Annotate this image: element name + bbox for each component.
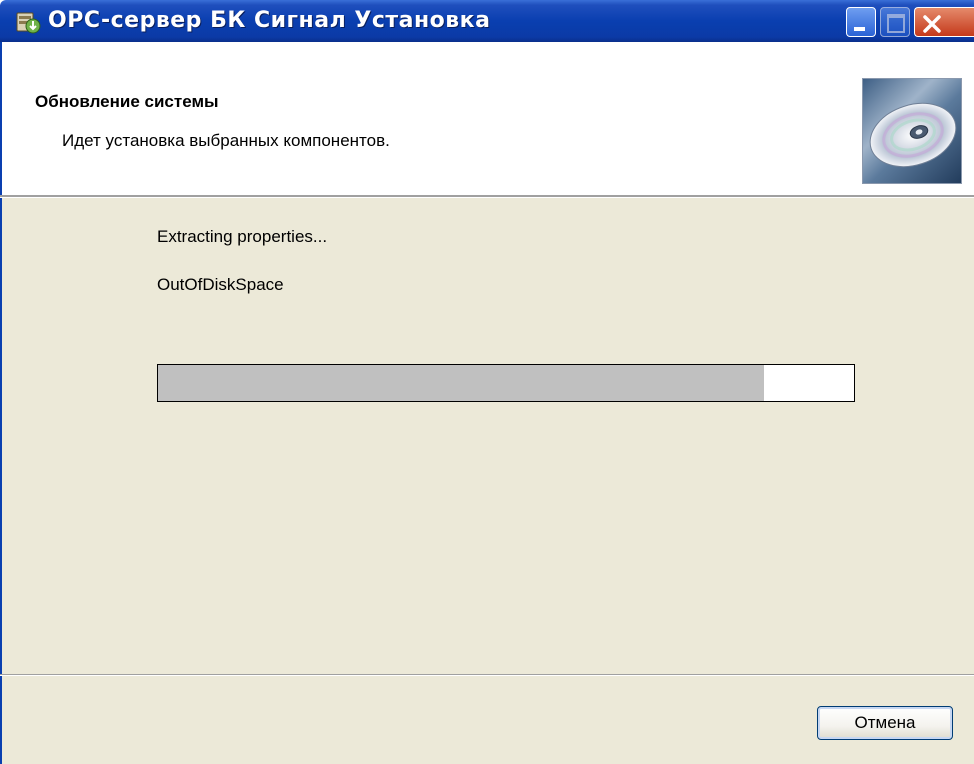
close-button[interactable] xyxy=(914,7,974,37)
progress-fill xyxy=(158,365,764,401)
window-title: OPC-сервер БК Сигнал Установка xyxy=(48,8,491,33)
title-bar[interactable]: OPC-сервер БК Сигнал Установка xyxy=(0,0,974,42)
cd-disc-icon xyxy=(869,102,957,168)
close-icon xyxy=(923,15,941,33)
dialog-footer: Отмена xyxy=(0,676,974,764)
maximize-button[interactable] xyxy=(880,7,910,37)
progress-bar xyxy=(157,364,855,402)
cancel-button[interactable]: Отмена xyxy=(817,706,953,740)
action-text: Extracting properties... xyxy=(157,227,328,246)
installer-icon xyxy=(16,12,41,34)
dialog-header: Обновление системы Идет установка выбран… xyxy=(0,42,974,195)
minimize-button[interactable] xyxy=(846,7,876,37)
header-subtitle: Идет установка выбранных компонентов. xyxy=(62,131,390,150)
header-image xyxy=(862,78,962,184)
action-detail: OutOfDiskSpace xyxy=(157,275,284,294)
header-title: Обновление системы xyxy=(35,92,219,111)
installer-window: OPC-сервер БК Сигнал Установка Обновлени… xyxy=(0,0,974,764)
dialog-body: Extracting properties... OutOfDiskSpace xyxy=(0,198,974,674)
